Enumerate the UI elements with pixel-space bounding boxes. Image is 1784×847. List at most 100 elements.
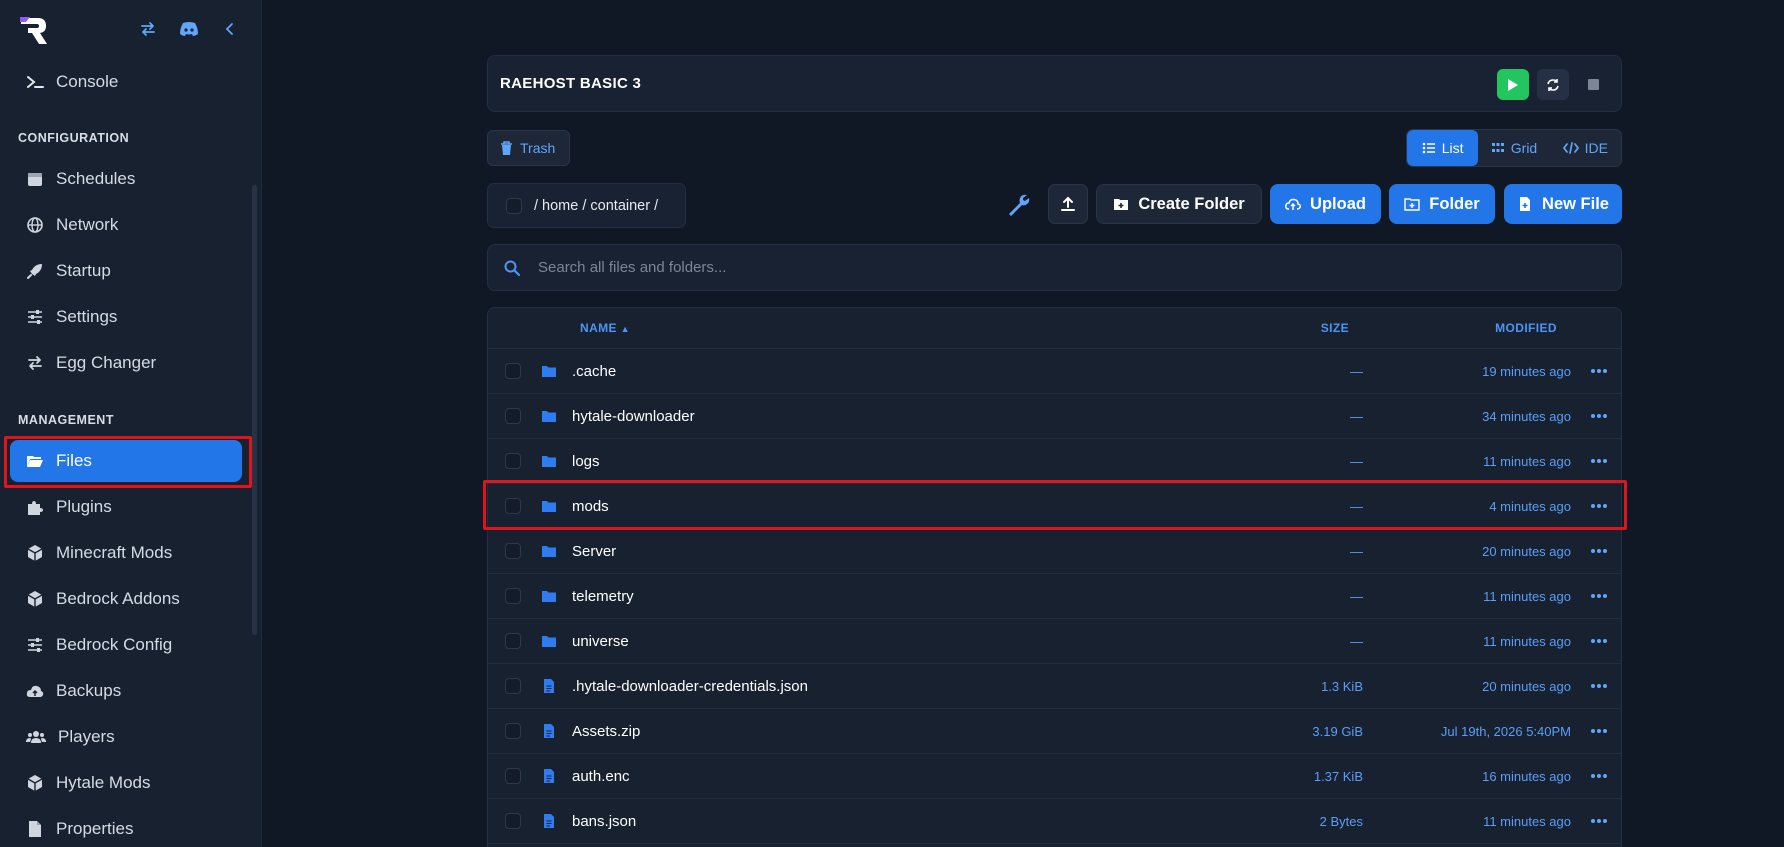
terminal-icon — [27, 76, 44, 88]
more-actions-icon[interactable] — [1589, 722, 1609, 740]
create-folder-button[interactable]: Create Folder — [1096, 184, 1262, 224]
file-icon — [29, 821, 41, 837]
column-name[interactable]: NAME ▲ — [580, 321, 630, 335]
restart-button[interactable] — [1537, 69, 1569, 100]
sidebar-item-schedules[interactable]: Schedules — [10, 158, 242, 200]
file-plus-icon — [1520, 197, 1531, 211]
stop-button[interactable] — [1577, 69, 1609, 100]
sidebar-item-backups[interactable]: Backups — [10, 670, 242, 712]
upload-button[interactable]: Upload — [1270, 184, 1381, 224]
row-checkbox[interactable] — [505, 543, 521, 559]
row-checkbox[interactable] — [505, 408, 521, 424]
discord-icon[interactable] — [179, 21, 199, 37]
row-checkbox[interactable] — [505, 588, 521, 604]
wrench-icon[interactable] — [1006, 192, 1032, 218]
list-icon — [1422, 142, 1435, 154]
app-logo-icon[interactable] — [18, 15, 50, 47]
search-input[interactable] — [538, 259, 1621, 276]
table-row[interactable]: hytale-downloader — 34 minutes ago — [488, 394, 1621, 439]
more-actions-icon[interactable] — [1589, 497, 1609, 515]
more-actions-icon[interactable] — [1589, 407, 1609, 425]
more-actions-icon[interactable] — [1589, 677, 1609, 695]
new-file-button[interactable]: New File — [1504, 184, 1622, 224]
view-ide-button[interactable]: IDE — [1550, 130, 1621, 166]
table-row[interactable]: .cache — 19 minutes ago — [488, 349, 1621, 394]
file-name[interactable]: .cache — [572, 363, 616, 380]
more-actions-icon[interactable] — [1589, 587, 1609, 605]
sidebar-item-console[interactable]: Console — [10, 61, 242, 103]
row-checkbox[interactable] — [505, 498, 521, 514]
file-name[interactable]: universe — [572, 633, 629, 650]
sidebar-header — [0, 0, 261, 62]
table-row[interactable]: telemetry — 11 minutes ago — [488, 574, 1621, 619]
more-actions-icon[interactable] — [1589, 632, 1609, 650]
row-checkbox[interactable] — [505, 363, 521, 379]
table-row[interactable]: bans.json 2 Bytes 11 minutes ago — [488, 799, 1621, 844]
section-configuration: CONFIGURATION — [18, 131, 130, 145]
file-name[interactable]: .hytale-downloader-credentials.json — [572, 678, 808, 695]
table-row[interactable]: Assets.zip 3.19 GiB Jul 19th, 2026 5:40PM — [488, 709, 1621, 754]
more-actions-icon[interactable] — [1589, 452, 1609, 470]
sidebar-item-egg-changer[interactable]: Egg Changer — [10, 342, 242, 384]
column-size[interactable]: SIZE — [1321, 321, 1349, 335]
sidebar-scrollbar[interactable] — [252, 185, 257, 635]
sidebar-item-files[interactable]: Files — [10, 440, 242, 482]
table-header: NAME ▲ SIZE MODIFIED — [488, 308, 1621, 349]
sidebar-item-plugins[interactable]: Plugins — [10, 486, 242, 528]
globe-icon — [27, 217, 43, 233]
row-checkbox[interactable] — [505, 633, 521, 649]
file-name[interactable]: mods — [572, 498, 609, 515]
more-actions-icon[interactable] — [1589, 767, 1609, 785]
upload-icon-button[interactable] — [1048, 184, 1088, 224]
table-row[interactable]: mods — 4 minutes ago — [488, 484, 1621, 529]
more-actions-icon[interactable] — [1589, 542, 1609, 560]
table-row[interactable]: universe — 11 minutes ago — [488, 619, 1621, 664]
sidebar-item-minecraft-mods[interactable]: Minecraft Mods — [10, 532, 242, 574]
file-name[interactable]: Server — [572, 543, 616, 560]
more-actions-icon[interactable] — [1589, 812, 1609, 830]
upload-icon — [1061, 196, 1075, 211]
table-row[interactable]: logs — 11 minutes ago — [488, 439, 1621, 484]
sidebar-item-bedrock-addons[interactable]: Bedrock Addons — [10, 578, 242, 620]
row-checkbox[interactable] — [505, 768, 521, 784]
sidebar-item-bedrock-config[interactable]: Bedrock Config — [10, 624, 242, 666]
file-name[interactable]: auth.enc — [572, 768, 630, 785]
row-checkbox[interactable] — [505, 813, 521, 829]
view-list-button[interactable]: List — [1407, 130, 1479, 166]
breadcrumb-path[interactable]: / home / container / — [534, 198, 658, 214]
file-size: 3.19 GiB — [1312, 723, 1363, 739]
folder-button[interactable]: Folder — [1389, 184, 1495, 224]
file-name[interactable]: logs — [572, 453, 600, 470]
sidebar-item-settings[interactable]: Settings — [10, 296, 242, 338]
row-checkbox[interactable] — [505, 453, 521, 469]
file-icon — [544, 769, 554, 783]
sidebar-item-startup[interactable]: Startup — [10, 250, 242, 292]
file-name[interactable]: hytale-downloader — [572, 408, 695, 425]
collapse-sidebar-icon[interactable] — [221, 20, 239, 38]
file-name[interactable]: bans.json — [572, 813, 636, 830]
trash-button[interactable]: Trash — [487, 130, 570, 166]
sidebar-item-properties[interactable]: Properties — [10, 808, 242, 847]
file-name[interactable]: telemetry — [572, 588, 634, 605]
sidebar-item-label: Startup — [56, 261, 111, 280]
swap-icon[interactable] — [139, 20, 157, 38]
sidebar-item-network[interactable]: Network — [10, 204, 242, 246]
column-modified[interactable]: MODIFIED — [1495, 321, 1557, 335]
select-all-checkbox[interactable] — [506, 197, 522, 214]
sidebar-item-hytale-mods[interactable]: Hytale Mods — [10, 762, 242, 804]
table-body: .cache — 19 minutes ago hytale-downloader — 3… — [488, 349, 1621, 844]
table-row[interactable]: auth.enc 1.37 KiB 16 minutes ago — [488, 754, 1621, 799]
upload-label: Upload — [1310, 194, 1366, 213]
view-grid-button[interactable]: Grid — [1478, 130, 1549, 166]
table-row[interactable]: .hytale-downloader-credentials.json 1.3 K… — [488, 664, 1621, 709]
file-modified: 16 minutes ago — [1482, 768, 1571, 784]
sidebar-item-label: Files — [56, 451, 92, 470]
table-row[interactable]: Server — 20 minutes ago — [488, 529, 1621, 574]
file-size: — — [1350, 498, 1363, 514]
start-button[interactable] — [1497, 69, 1529, 100]
row-checkbox[interactable] — [505, 678, 521, 694]
more-actions-icon[interactable] — [1589, 362, 1609, 380]
file-name[interactable]: Assets.zip — [572, 723, 640, 740]
sidebar-item-players[interactable]: Players — [10, 716, 242, 758]
row-checkbox[interactable] — [505, 723, 521, 739]
